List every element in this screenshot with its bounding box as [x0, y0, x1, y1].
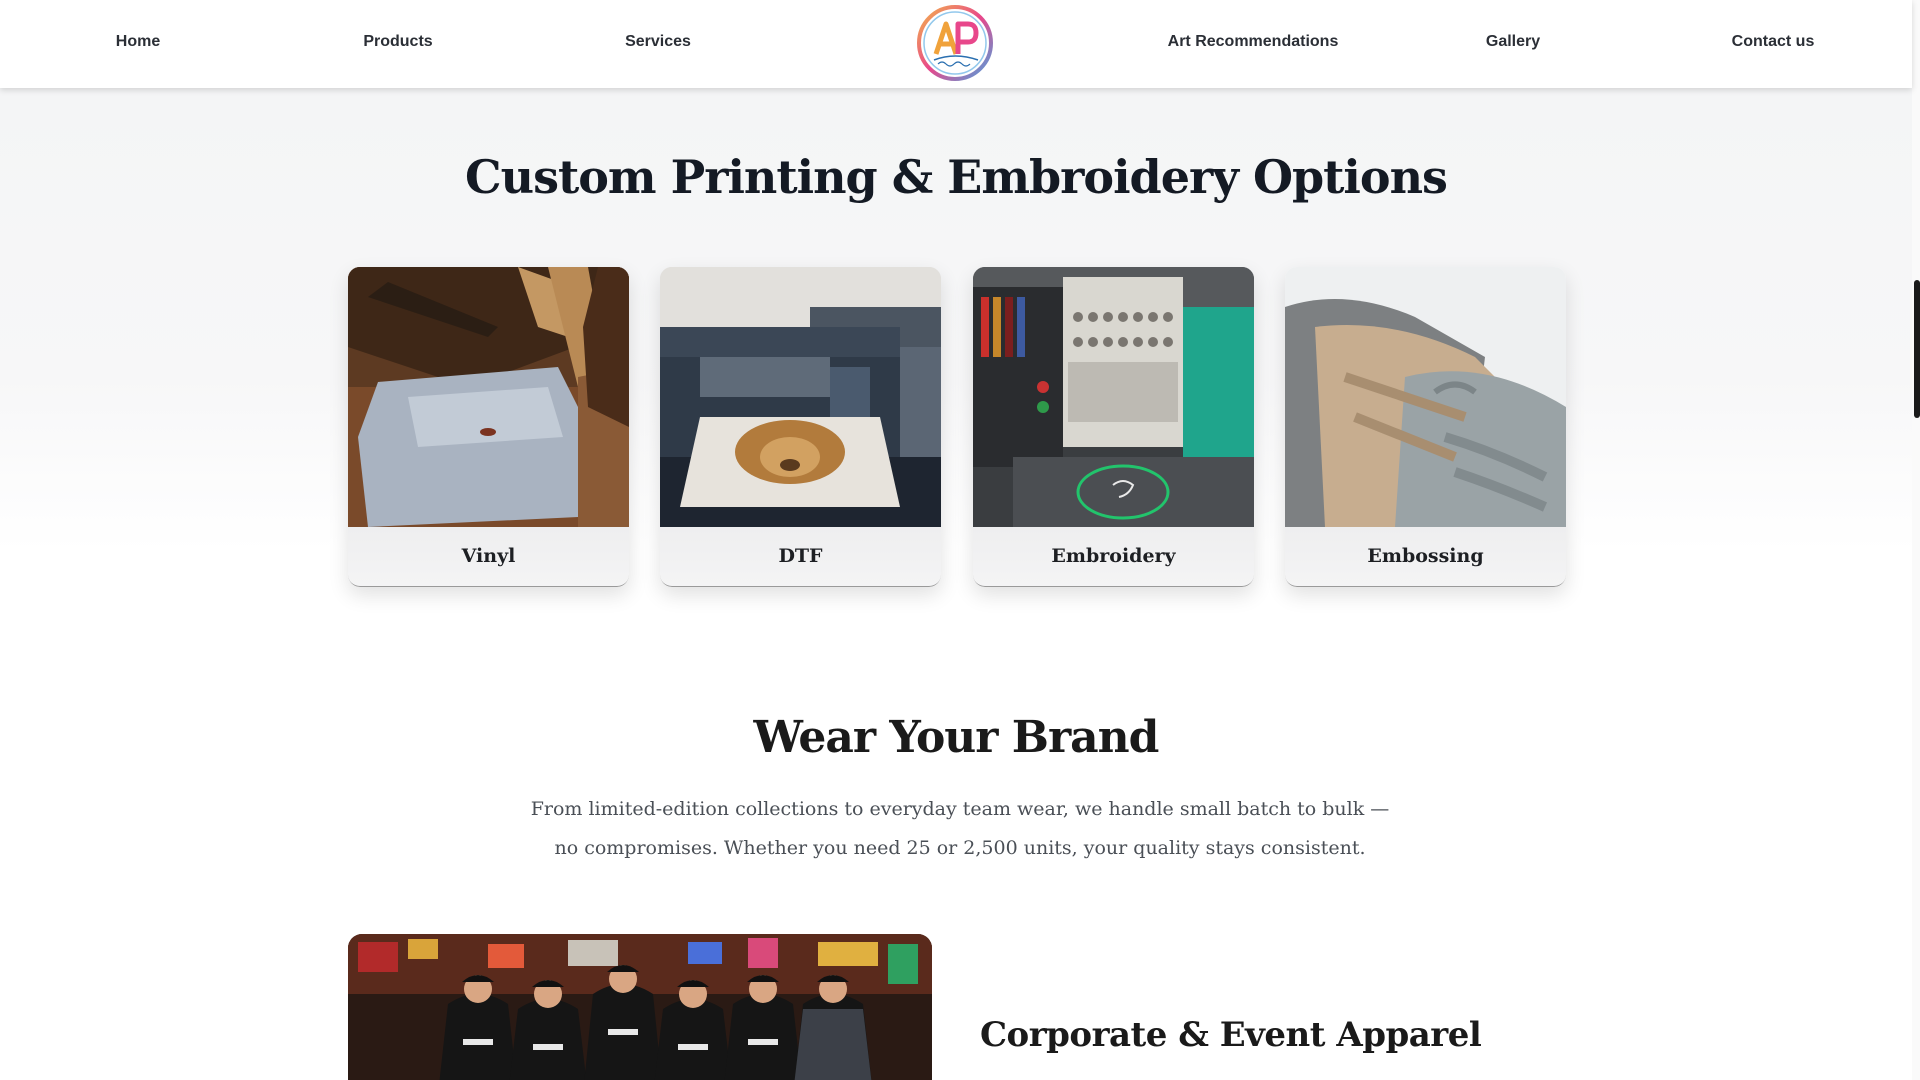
nav-link-art-recommendations[interactable]: Art Recommendations	[1168, 33, 1339, 51]
card-label-embroidery: Embroidery	[1051, 545, 1176, 567]
card-label-embossing: Embossing	[1367, 545, 1484, 567]
option-card-dtf[interactable]: DTF	[660, 267, 941, 587]
nav-link-home[interactable]: Home	[116, 33, 160, 51]
page: Home Products Services Art Recommendatio…	[0, 0, 1920, 1080]
option-card-vinyl[interactable]: Vinyl	[348, 267, 629, 587]
card-label-bar: Embroidery	[973, 527, 1254, 587]
nav-link-products[interactable]: Products	[363, 33, 432, 51]
card-label-bar: Vinyl	[348, 527, 629, 587]
card-label-dtf: DTF	[778, 545, 823, 567]
top-navbar: Home Products Services Art Recommendatio…	[0, 0, 1912, 88]
nav-link-contact-us[interactable]: Contact us	[1732, 33, 1815, 51]
corporate-apparel-title: Corporate & Event Apparel	[980, 1015, 1482, 1055]
page-scrollbar-thumb[interactable]	[1914, 280, 1920, 418]
ap-merchandise-logo[interactable]	[916, 4, 994, 82]
heat-press-vinyl-photo	[348, 267, 629, 527]
logo-icon	[917, 5, 993, 81]
options-section-title: Custom Printing & Embroidery Options	[465, 150, 1448, 204]
embossed-sweatshirts-photo	[1285, 267, 1566, 527]
nav-link-services[interactable]: Services	[625, 33, 691, 51]
option-card-embossing[interactable]: Embossing	[1285, 267, 1566, 587]
brand-section-title: Wear Your Brand	[753, 712, 1160, 763]
dtf-printer-lion-shirt-photo	[660, 267, 941, 527]
option-card-embroidery[interactable]: Embroidery	[973, 267, 1254, 587]
team-in-matching-shirts-photo	[348, 934, 932, 1080]
card-label-bar: Embossing	[1285, 527, 1566, 587]
brand-description: From limited-edition collections to ever…	[530, 798, 1390, 859]
card-label-vinyl: Vinyl	[461, 545, 516, 567]
card-label-bar: DTF	[660, 527, 941, 587]
embroidery-machine-photo	[973, 267, 1254, 527]
nav-link-gallery[interactable]: Gallery	[1486, 33, 1540, 51]
page-scrollbar-track[interactable]	[1912, 0, 1920, 1080]
